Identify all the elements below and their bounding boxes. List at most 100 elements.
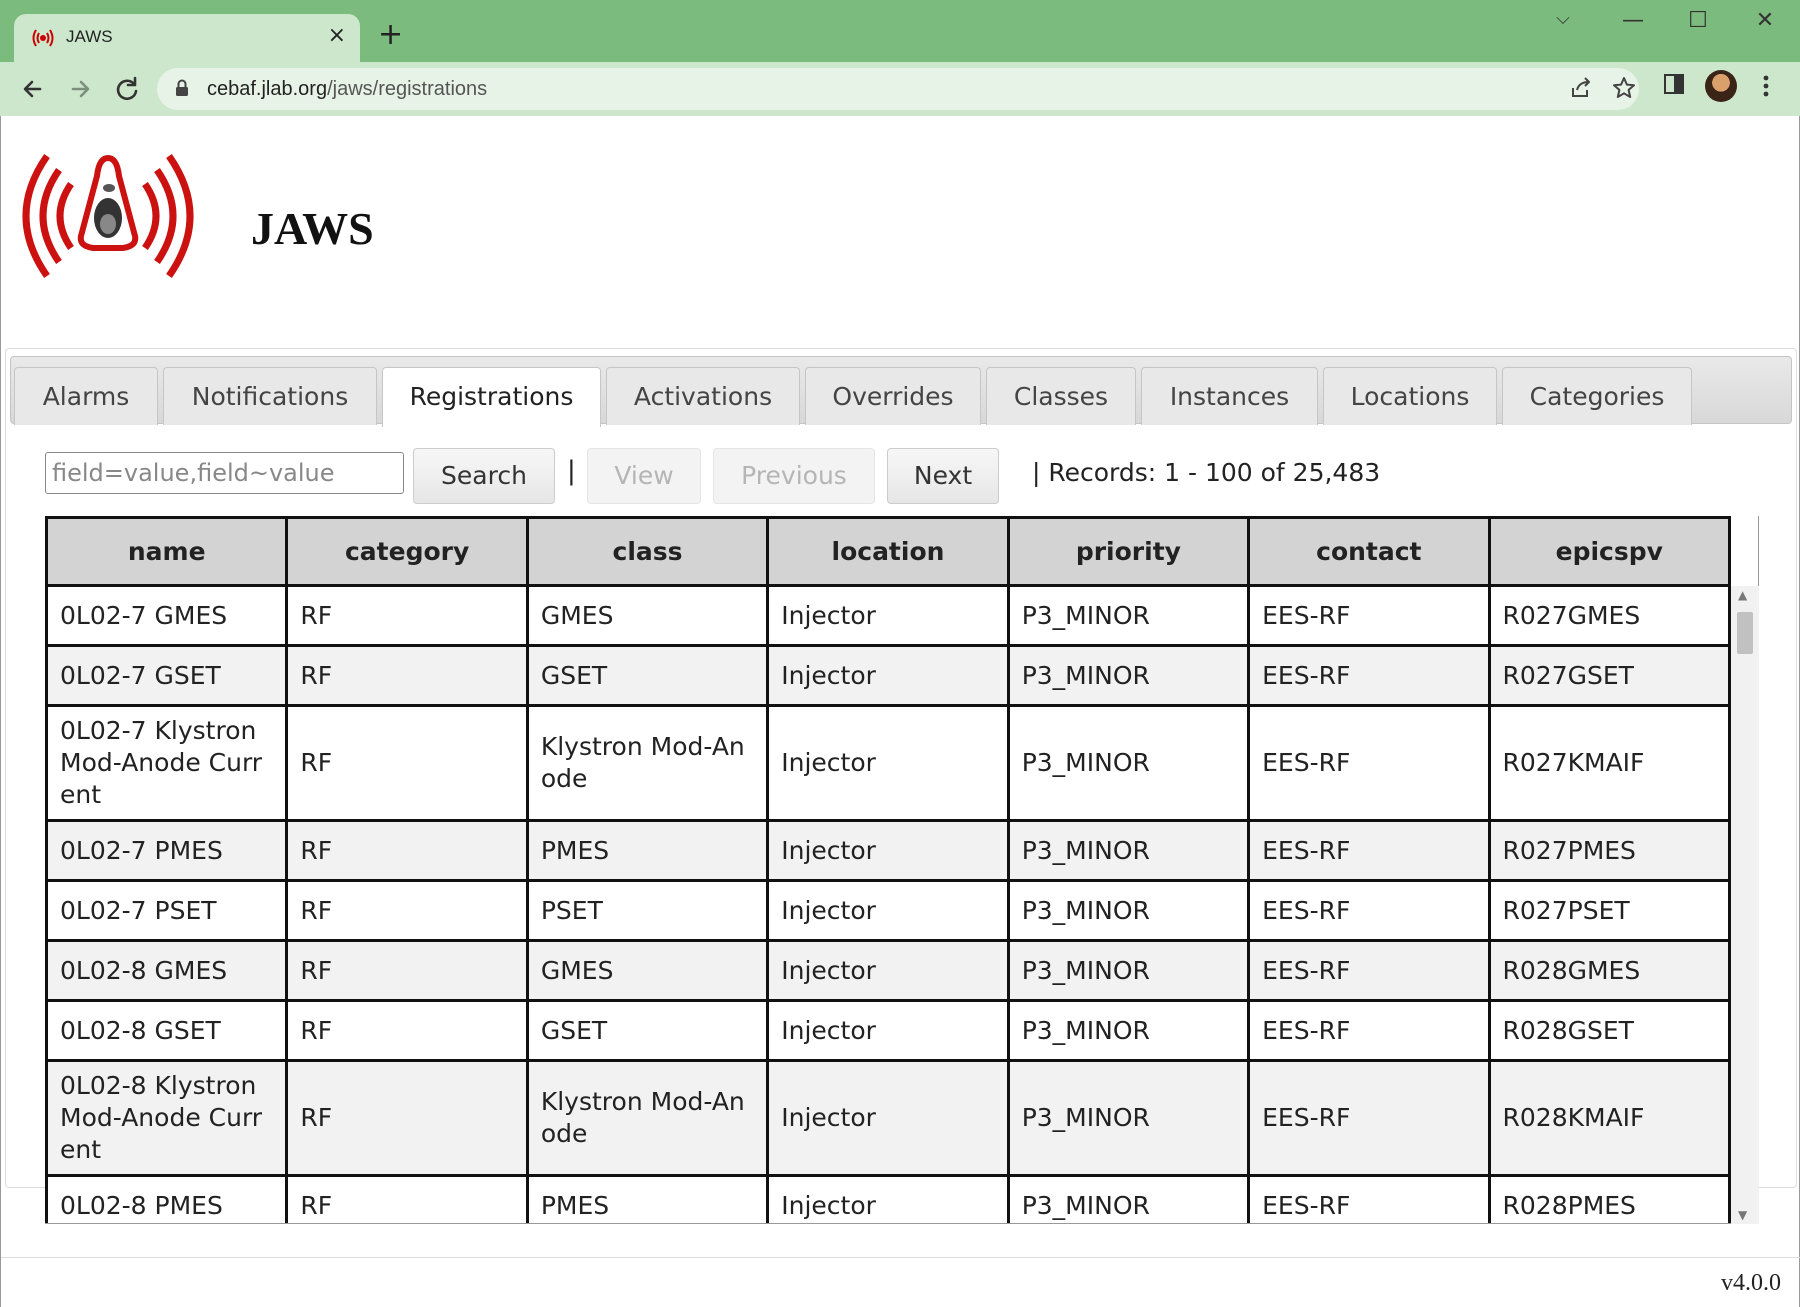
table-cell-contact: EES-RF <box>1247 819 1491 882</box>
table-cell-epicspv: R027GSET <box>1487 644 1732 707</box>
tab-activations[interactable]: Activations <box>606 367 800 425</box>
lock-icon[interactable] <box>175 79 189 97</box>
column-header-contact[interactable]: contact <box>1247 516 1491 587</box>
table-scrollbar[interactable]: ▲ ▼ <box>1731 586 1759 1224</box>
tab-registrations[interactable]: Registrations <box>382 367 601 427</box>
table-cell-name: 0L02-7 PSET <box>45 879 289 942</box>
address-bar[interactable]: cebaf.jlab.org/jaws/registrations <box>157 68 1639 110</box>
table-row[interactable]: 0L02-8 Klystron Mod-Anode Current RF Klyst… <box>45 1059 1732 1177</box>
minimize-window-icon[interactable]: — <box>1608 8 1658 33</box>
maximize-window-icon[interactable]: ☐ <box>1673 8 1723 33</box>
table-cell-category: RF <box>285 704 529 822</box>
table-cell-category: RF <box>285 1174 529 1223</box>
table-row[interactable]: 0L02-7 GSET RF GSET Injector P3_MINOR EES-RF R… <box>45 644 1732 707</box>
view-button[interactable]: View <box>587 448 701 504</box>
close-tab-icon[interactable]: × <box>328 23 346 49</box>
table-cell-category: RF <box>285 819 529 882</box>
table-row[interactable]: 0L02-7 PMES RF PMES Injector P3_MINOR EES-RF R… <box>45 819 1732 882</box>
tab-alarms[interactable]: Alarms <box>14 367 158 425</box>
table-row[interactable]: 0L02-8 PMES RF PMES Injector P3_MINOR EES-RF R… <box>45 1174 1732 1223</box>
tab-classes[interactable]: Classes <box>986 367 1136 425</box>
new-tab-icon[interactable]: + <box>378 20 403 50</box>
profile-avatar[interactable] <box>1705 70 1737 102</box>
tab-locations[interactable]: Locations <box>1323 367 1497 425</box>
reload-icon[interactable] <box>110 72 144 106</box>
table-cell-name: 0L02-8 PMES <box>45 1174 289 1223</box>
table-cell-priority: P3_MINOR <box>1006 1059 1251 1177</box>
table-cell-location: Injector <box>766 584 1010 647</box>
table-cell-contact: EES-RF <box>1247 584 1491 647</box>
table-row[interactable]: 0L02-7 GMES RF GMES Injector P3_MINOR EES-RF R… <box>45 584 1732 647</box>
table-cell-contact: EES-RF <box>1247 879 1491 942</box>
column-header-epicspv[interactable]: epicspv <box>1487 516 1732 587</box>
next-button[interactable]: Next <box>887 448 999 504</box>
table-cell-contact: EES-RF <box>1247 644 1491 707</box>
column-header-category[interactable]: category <box>285 516 529 587</box>
url-text: cebaf.jlab.org/jaws/registrations <box>207 78 488 100</box>
side-panel-icon[interactable] <box>1662 72 1686 96</box>
table-cell-category: RF <box>285 584 529 647</box>
forward-icon[interactable] <box>63 72 97 106</box>
star-icon[interactable] <box>1612 76 1636 100</box>
table-cell-location: Injector <box>766 879 1010 942</box>
scrollbar-thumb[interactable] <box>1737 612 1753 654</box>
table-cell-category: RF <box>285 999 529 1062</box>
table-cell-class: GMES <box>525 584 770 647</box>
table-cell-epicspv: R027GMES <box>1487 584 1732 647</box>
table-row[interactable]: 0L02-8 GSET RF GSET Injector P3_MINOR EES-RF R… <box>45 999 1732 1062</box>
table-cell-location: Injector <box>766 704 1010 822</box>
table-cell-class: GSET <box>525 999 770 1062</box>
table-cell-name: 0L02-7 GMES <box>45 584 289 647</box>
search-button[interactable]: Search <box>413 448 555 504</box>
table-cell-name: 0L02-7 GSET <box>45 644 289 707</box>
column-header-priority[interactable]: priority <box>1006 516 1251 587</box>
browser-toolbar: cebaf.jlab.org/jaws/registrations <box>0 62 1800 116</box>
table-row[interactable]: 0L02-8 GMES RF GMES Injector P3_MINOR EES-RF R… <box>45 939 1732 1002</box>
column-header-class[interactable]: class <box>525 516 770 587</box>
table-row[interactable]: 0L02-7 Klystron Mod-Anode Current RF Klyst… <box>45 704 1732 822</box>
back-icon[interactable] <box>16 72 50 106</box>
table-cell-class: PSET <box>525 879 770 942</box>
table-cell-location: Injector <box>766 999 1010 1062</box>
tab-instances[interactable]: Instances <box>1141 367 1318 425</box>
table-cell-category: RF <box>285 939 529 1002</box>
table-cell-name: 0L02-8 Klystron Mod-Anode Current <box>45 1059 289 1177</box>
page: JAWS Alarms Notifications Registrations … <box>0 116 1800 1307</box>
table-cell-class: GSET <box>525 644 770 707</box>
close-window-icon[interactable]: ✕ <box>1740 8 1790 33</box>
scroll-up-arrow-icon[interactable]: ▲ <box>1738 588 1747 602</box>
table-cell-class: GMES <box>525 939 770 1002</box>
tab-categories[interactable]: Categories <box>1502 367 1692 425</box>
table-cell-location: Injector <box>766 644 1010 707</box>
registrations-table-container[interactable]: name category class location priority co… <box>45 516 1759 1224</box>
table-body: 0L02-7 GMES RF GMES Injector P3_MINOR EES-RF R… <box>45 584 1732 1223</box>
tab-strip: JAWS × + ⌵ — ☐ ✕ <box>0 0 1800 62</box>
table-cell-contact: EES-RF <box>1247 939 1491 1002</box>
nav-tabbar: Alarms Notifications Registrations Activ… <box>10 356 1792 427</box>
column-header-location[interactable]: location <box>766 516 1010 587</box>
table-cell-location: Injector <box>766 819 1010 882</box>
share-icon[interactable] <box>1569 76 1593 100</box>
table-cell-priority: P3_MINOR <box>1006 644 1251 707</box>
column-header-name[interactable]: name <box>45 516 289 587</box>
search-input[interactable] <box>45 452 404 494</box>
table-cell-epicspv: R028PMES <box>1487 1174 1732 1223</box>
table-cell-epicspv: R027KMAIF <box>1487 704 1732 822</box>
table-cell-priority: P3_MINOR <box>1006 819 1251 882</box>
previous-button[interactable]: Previous <box>713 448 875 504</box>
table-cell-epicspv: R028KMAIF <box>1487 1059 1732 1177</box>
table-cell-contact: EES-RF <box>1247 1174 1491 1223</box>
table-cell-class: PMES <box>525 1174 770 1223</box>
table-cell-contact: EES-RF <box>1247 999 1491 1062</box>
jaws-favicon-icon <box>32 29 54 47</box>
tab-overrides[interactable]: Overrides <box>805 367 981 425</box>
browser-tab[interactable]: JAWS × <box>14 14 360 62</box>
scroll-down-arrow-icon[interactable]: ▼ <box>1738 1208 1747 1222</box>
tab-notifications[interactable]: Notifications <box>163 367 377 425</box>
tab-search-icon[interactable]: ⌵ <box>1538 8 1588 29</box>
table-cell-contact: EES-RF <box>1247 704 1491 822</box>
table-cell-epicspv: R028GSET <box>1487 999 1732 1062</box>
table-cell-priority: P3_MINOR <box>1006 1174 1251 1223</box>
table-row[interactable]: 0L02-7 PSET RF PSET Injector P3_MINOR EES-RF R… <box>45 879 1732 942</box>
menu-icon[interactable] <box>1758 70 1774 102</box>
